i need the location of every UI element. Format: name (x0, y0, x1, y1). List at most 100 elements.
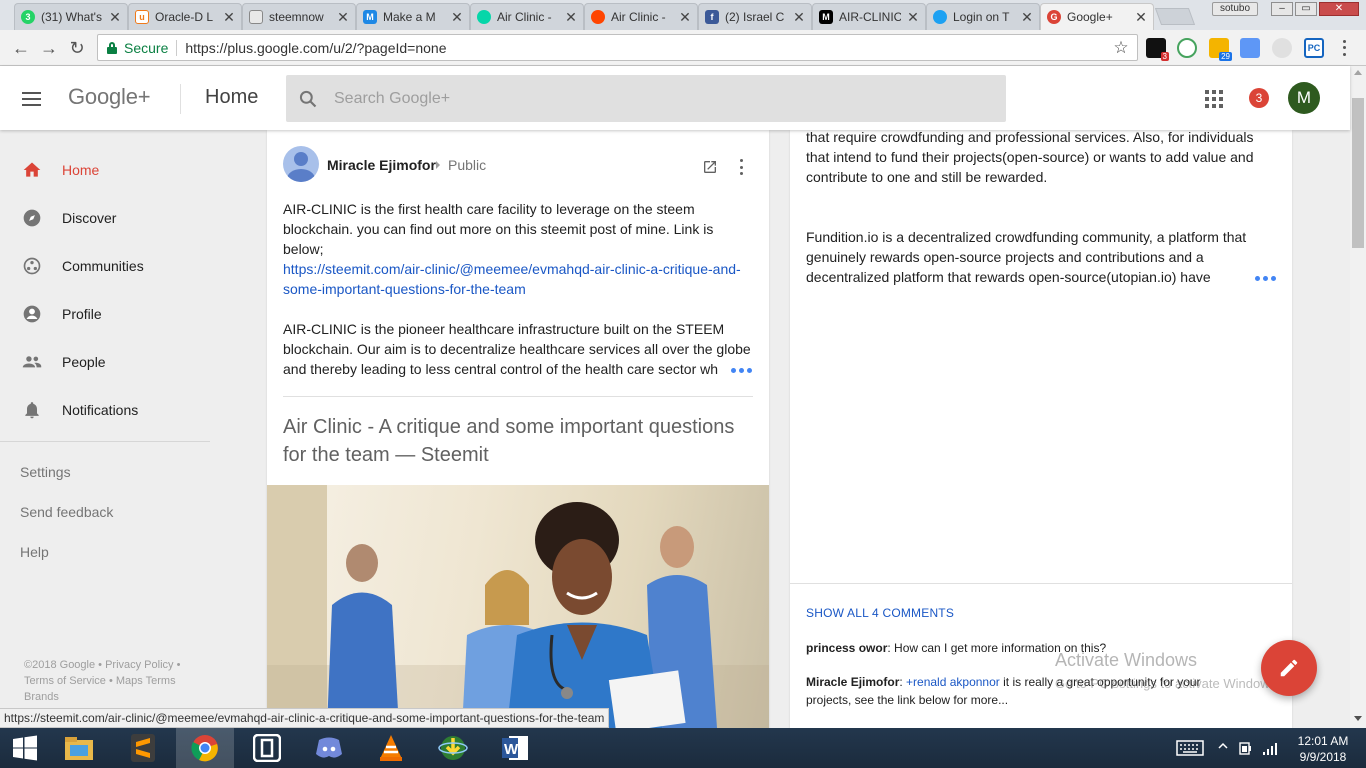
sidebar-item-notifications[interactable]: Notifications (0, 386, 250, 434)
tab-title: Oracle-D L (155, 10, 214, 24)
browser-menu-icon[interactable] (1338, 38, 1350, 58)
pc-extension-icon[interactable]: PC (1304, 38, 1324, 58)
browser-tab[interactable]: u Oracle-D L ✕ (128, 3, 242, 30)
back-button[interactable]: ← (9, 36, 33, 60)
sidebar-item-label: People (62, 354, 106, 370)
extension-icon[interactable]: 3 (1146, 38, 1169, 61)
keyboard-icon[interactable] (1176, 740, 1204, 759)
page-scrollbar[interactable] (1350, 66, 1366, 728)
close-icon[interactable]: ✕ (1135, 9, 1147, 26)
signal-icon[interactable] (1262, 740, 1280, 759)
maximize-button[interactable]: ▭ (1295, 2, 1317, 16)
shared-link-title[interactable]: Air Clinic - A critique and some importa… (283, 413, 753, 469)
notification-count-badge[interactable]: 3 (1249, 88, 1269, 108)
sidebar: Home Discover Communities Profile People… (0, 130, 250, 728)
more-vert-icon[interactable] (739, 159, 743, 175)
word-icon[interactable]: W (486, 728, 544, 768)
minimize-button[interactable]: – (1271, 2, 1293, 16)
close-icon[interactable]: ✕ (451, 9, 463, 26)
extension-icon[interactable] (1240, 38, 1260, 58)
clock-date: 9/9/2018 (1299, 750, 1347, 764)
post-card: Miracle Ejimofor Public AIR-CLINIC is th… (267, 130, 769, 728)
browser-tab[interactable]: f (2) Israel C ✕ (698, 3, 812, 30)
browser-tab[interactable]: steemnow ✕ (242, 3, 356, 30)
close-icon[interactable]: ✕ (679, 9, 691, 26)
reload-button[interactable]: ↻ (65, 36, 89, 60)
scroll-down-arrow-icon[interactable] (1354, 716, 1362, 721)
close-icon[interactable]: ✕ (1021, 9, 1033, 26)
comment-mention[interactable]: +renald akponnor (906, 675, 1000, 689)
profile-icon (22, 304, 42, 324)
app-icon[interactable] (238, 728, 296, 768)
tab-title: Make a M (383, 10, 436, 24)
start-button[interactable] (0, 728, 50, 768)
post-text-continued: that require crowdfunding and profession… (806, 130, 1254, 185)
pencil-icon (1280, 659, 1298, 677)
window-close-button[interactable]: ✕ (1319, 2, 1359, 16)
chevron-up-icon[interactable] (1218, 741, 1228, 754)
legal-links[interactable]: ©2018 Google • Privacy Policy • Terms of… (24, 657, 204, 705)
tab-title: AIR-CLINIC (839, 10, 901, 24)
profile-badge[interactable]: sotubo (1212, 2, 1258, 16)
search-bar[interactable] (286, 75, 1006, 122)
file-explorer-icon[interactable] (50, 728, 108, 768)
show-all-comments-button[interactable]: SHOW ALL 4 COMMENTS (806, 606, 954, 620)
apps-grid-icon[interactable] (1205, 90, 1223, 108)
search-input[interactable] (334, 89, 1006, 108)
internet-download-manager-icon[interactable] (424, 728, 482, 768)
chrome-icon[interactable] (176, 728, 234, 768)
url-text[interactable]: https://plus.google.com/u/2/?pageId=none (185, 40, 1111, 56)
account-avatar[interactable]: M (1288, 82, 1320, 114)
scroll-thumb[interactable] (1352, 98, 1364, 248)
close-icon[interactable]: ✕ (337, 9, 349, 26)
close-icon[interactable]: ✕ (565, 9, 577, 26)
close-icon[interactable]: ✕ (223, 9, 235, 26)
post-link[interactable]: https://steemit.com/air-clinic/@meemee/e… (283, 261, 741, 297)
compose-post-button[interactable] (1261, 640, 1317, 696)
comment-author[interactable]: princess owor (806, 641, 887, 655)
evernote-icon[interactable] (1177, 38, 1197, 58)
scroll-up-arrow-icon[interactable] (1354, 70, 1362, 75)
settings-link[interactable]: Settings (20, 464, 71, 480)
sidebar-item-discover[interactable]: Discover (0, 194, 250, 242)
forward-button[interactable]: → (37, 36, 61, 60)
menu-icon[interactable] (22, 92, 41, 106)
address-bar[interactable]: Secure https://plus.google.com/u/2/?page… (97, 34, 1138, 61)
shared-link-image[interactable] (267, 485, 769, 728)
extension-icon[interactable]: 29 (1209, 38, 1232, 61)
discord-icon[interactable] (300, 728, 358, 768)
new-tab-button[interactable] (1154, 8, 1196, 25)
comment-author[interactable]: Miracle Ejimofor (806, 675, 899, 689)
sidebar-item-communities[interactable]: Communities (0, 242, 250, 290)
headphones-icon[interactable] (1272, 38, 1292, 58)
browser-tab[interactable]: Air Clinic - ✕ (470, 3, 584, 30)
close-icon[interactable]: ✕ (109, 9, 121, 26)
battery-icon[interactable] (1238, 740, 1254, 759)
send-feedback-link[interactable]: Send feedback (20, 504, 113, 520)
browser-tab[interactable]: M AIR-CLINIC ✕ (812, 3, 926, 30)
bell-icon (22, 400, 42, 420)
browser-tab[interactable]: M Make a M ✕ (356, 3, 470, 30)
divider (176, 39, 178, 56)
facebook-icon: f (705, 10, 719, 24)
browser-tab[interactable]: Air Clinic - ✕ (584, 3, 698, 30)
close-icon[interactable]: ✕ (793, 9, 805, 26)
expand-post-icon[interactable] (1255, 276, 1276, 281)
sidebar-item-profile[interactable]: Profile (0, 290, 250, 338)
bookmark-star-icon[interactable]: ☆ (1111, 38, 1131, 58)
author-avatar[interactable] (283, 146, 319, 182)
open-in-new-icon[interactable] (702, 159, 718, 175)
close-icon[interactable]: ✕ (907, 9, 919, 26)
system-clock[interactable]: 12:01 AM 9/9/2018 (1293, 733, 1353, 765)
help-link[interactable]: Help (20, 544, 49, 560)
expand-post-icon[interactable] (731, 368, 752, 373)
sublime-text-icon[interactable] (114, 728, 172, 768)
browser-tab[interactable]: 3 (31) What's ✕ (14, 3, 128, 30)
sidebar-item-people[interactable]: People (0, 338, 250, 386)
google-plus-logo[interactable]: Google+ (68, 84, 151, 110)
vlc-icon[interactable] (362, 728, 420, 768)
browser-tab[interactable]: Login on T ✕ (926, 3, 1040, 30)
author-name[interactable]: Miracle Ejimofor (327, 157, 436, 173)
browser-tab-active[interactable]: G Google+ ✕ (1040, 3, 1154, 30)
sidebar-item-home[interactable]: Home (0, 146, 250, 194)
